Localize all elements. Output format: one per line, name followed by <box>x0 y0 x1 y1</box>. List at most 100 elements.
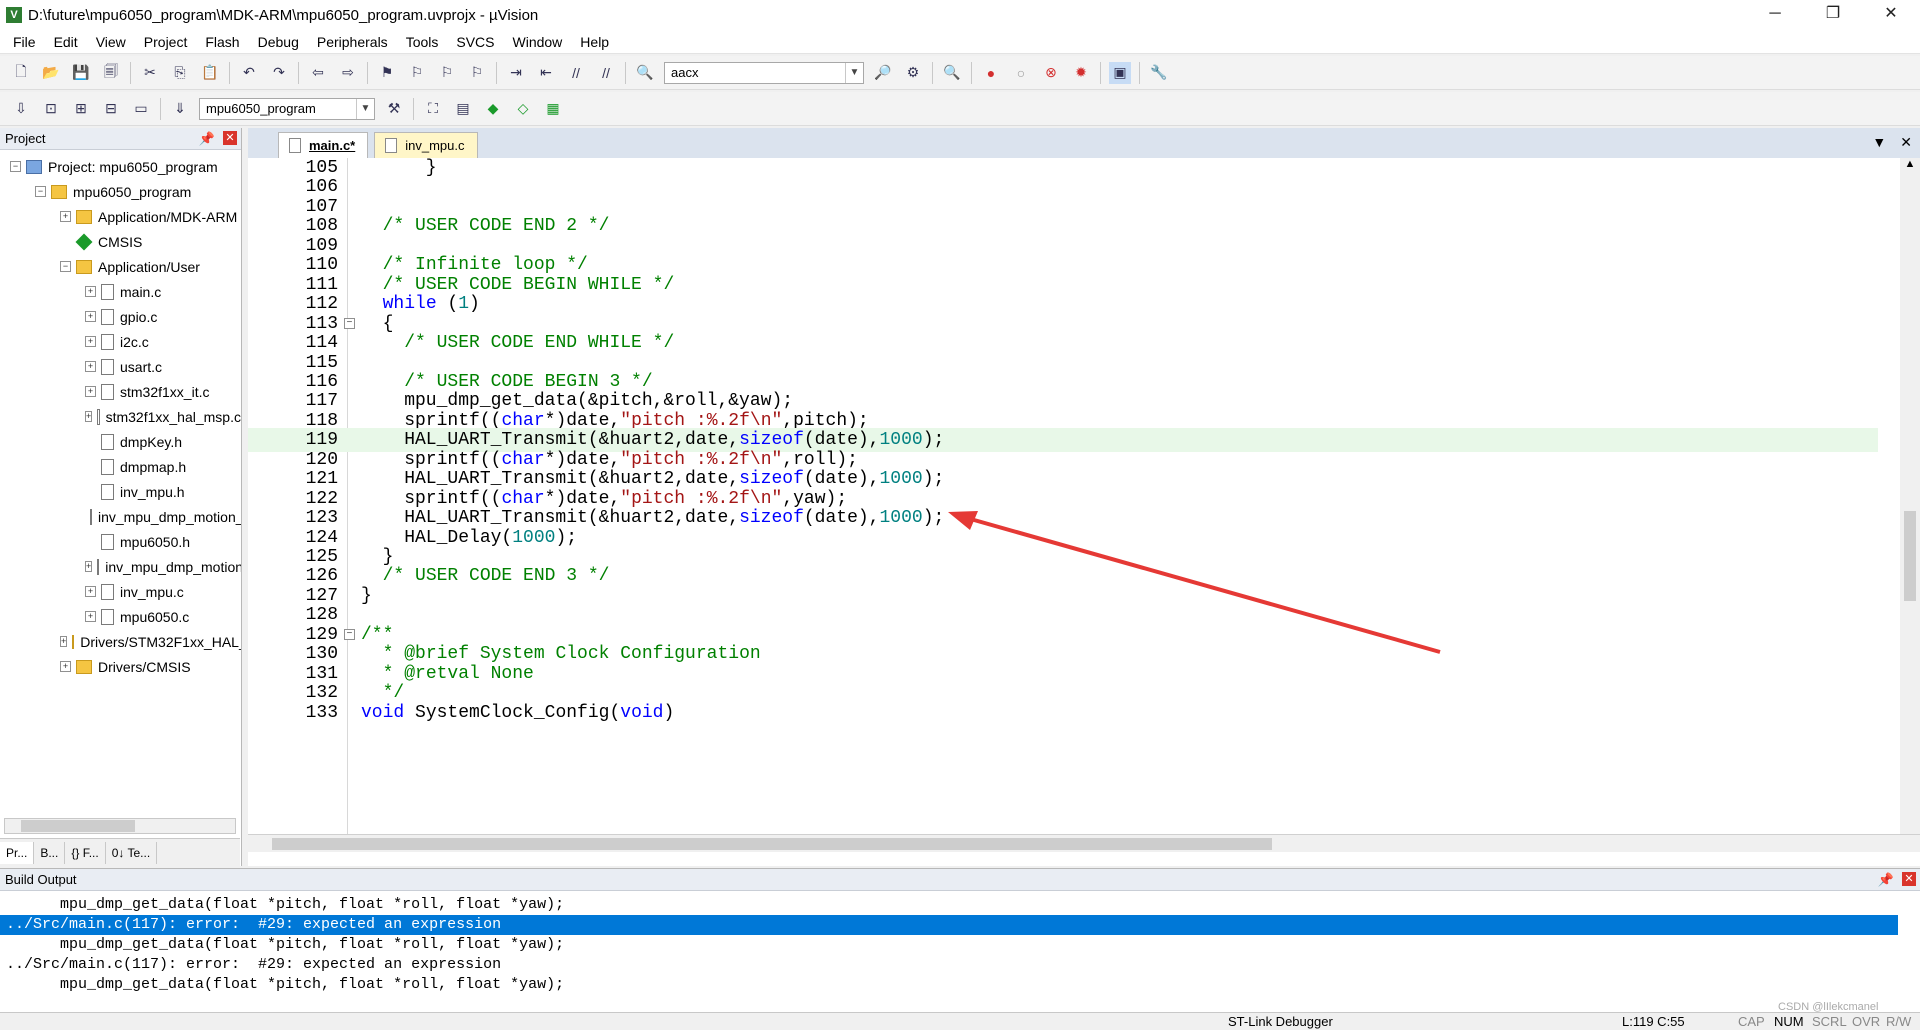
menu-flash[interactable]: Flash <box>196 34 248 50</box>
open-file-icon[interactable]: 📂 <box>40 62 62 84</box>
pack-installer-icon[interactable]: ◇ <box>512 98 534 120</box>
menu-help[interactable]: Help <box>571 34 618 50</box>
tree-item[interactable]: inv_mpu.h <box>0 479 241 504</box>
expand-icon[interactable]: + <box>85 286 96 297</box>
expand-icon[interactable]: + <box>85 561 93 572</box>
expand-icon[interactable]: + <box>85 361 96 372</box>
disable-breakpoints-icon[interactable]: ⊗ <box>1040 62 1062 84</box>
configure-icon[interactable]: 🔧 <box>1148 62 1170 84</box>
select-packs-icon[interactable]: ▤ <box>452 98 474 120</box>
menu-window[interactable]: Window <box>504 34 572 50</box>
scroll-up-icon[interactable]: ▲ <box>1900 158 1920 170</box>
code-editor[interactable]: ▲ 105 } 106 107 108 /* USER CODE END 2 */10… <box>248 158 1920 834</box>
redo-icon[interactable]: ↷ <box>268 62 290 84</box>
collapse-icon[interactable]: − <box>10 161 21 172</box>
save-all-icon[interactable]: 🗐 <box>100 62 122 84</box>
prev-bookmark-icon[interactable]: ⚐ <box>406 62 428 84</box>
build-output-line[interactable]: ../Src/main.c(117): error: #29: expected… <box>0 915 1898 935</box>
tree-item[interactable]: − Application/User <box>0 254 241 279</box>
tree-item[interactable]: + mpu6050.c <box>0 604 241 629</box>
tree-item[interactable]: − mpu6050_program <box>0 179 241 204</box>
manage-rte-icon[interactable]: ◆ <box>482 98 504 120</box>
tree-item[interactable]: + gpio.c <box>0 304 241 329</box>
menu-view[interactable]: View <box>87 34 135 50</box>
options-for-target-icon[interactable]: ⚒ <box>383 98 405 120</box>
tree-item[interactable]: + Drivers/CMSIS <box>0 654 241 679</box>
stop-build-icon[interactable]: ▭ <box>130 98 152 120</box>
minimize-button[interactable]: ─ <box>1746 0 1804 30</box>
expand-icon[interactable]: + <box>85 611 96 622</box>
insert-breakpoint-icon[interactable]: ● <box>980 62 1002 84</box>
close-button[interactable]: ✕ <box>1862 0 1920 30</box>
tree-item[interactable]: inv_mpu_dmp_motion_driver.h <box>0 504 241 529</box>
scroll-thumb[interactable] <box>1904 511 1916 601</box>
build-output-line[interactable]: ../Src/main.c(117): error: #29: expected… <box>0 955 1898 975</box>
editor-vscrollbar[interactable]: ▲ <box>1900 158 1920 834</box>
tab-books[interactable]: B... <box>34 841 66 864</box>
expand-icon[interactable]: + <box>60 661 71 672</box>
tree-item[interactable]: + Application/MDK-ARM <box>0 204 241 229</box>
tree-item[interactable]: CMSIS <box>0 229 241 254</box>
expand-icon[interactable]: + <box>60 636 68 647</box>
build-output-line[interactable]: mpu_dmp_get_data(float *pitch, float *ro… <box>0 895 1898 915</box>
clear-bookmarks-icon[interactable]: ⚐ <box>466 62 488 84</box>
tree-item[interactable]: + usart.c <box>0 354 241 379</box>
collapse-icon[interactable]: − <box>35 186 46 197</box>
paste-icon[interactable]: 📋 <box>199 62 221 84</box>
build-output-line[interactable]: mpu_dmp_get_data(float *pitch, float *ro… <box>0 975 1898 995</box>
close-panel-icon[interactable]: ✕ <box>223 131 237 145</box>
manage-project-items-icon[interactable]: ⛶ <box>422 98 444 120</box>
menu-debug[interactable]: Debug <box>249 34 308 50</box>
kill-breakpoints-icon[interactable]: ✹ <box>1070 62 1092 84</box>
start-debug-icon[interactable]: 🔍 <box>941 62 963 84</box>
comment-icon[interactable]: // <box>565 62 587 84</box>
tree-item[interactable]: − Project: mpu6050_program <box>0 154 241 179</box>
tree-item[interactable]: + inv_mpu.c <box>0 579 241 604</box>
menu-project[interactable]: Project <box>135 34 197 50</box>
unindent-icon[interactable]: ⇤ <box>535 62 557 84</box>
editor-hscrollbar[interactable] <box>248 834 1920 852</box>
tree-item[interactable]: + main.c <box>0 279 241 304</box>
expand-icon[interactable]: + <box>85 386 96 397</box>
batch-build-icon[interactable]: ⊟ <box>100 98 122 120</box>
tree-item[interactable]: dmpmap.h <box>0 454 241 479</box>
new-file-icon[interactable]: 🗋 <box>10 62 32 84</box>
chevron-down-icon[interactable]: ▼ <box>356 98 374 119</box>
fold-icon[interactable]: − <box>344 628 355 640</box>
bookmark-icon[interactable]: ⚑ <box>376 62 398 84</box>
collapse-icon[interactable]: − <box>60 261 71 272</box>
build-output-line[interactable]: mpu_dmp_get_data(float *pitch, float *ro… <box>0 935 1898 955</box>
restore-button[interactable]: ❐ <box>1804 0 1862 30</box>
uncomment-icon[interactable]: // <box>595 62 617 84</box>
search-combo[interactable]: aacx ▼ <box>664 61 864 84</box>
undo-icon[interactable]: ↶ <box>238 62 260 84</box>
build-icon[interactable]: ⊡ <box>40 98 62 120</box>
menu-tools[interactable]: Tools <box>397 34 448 50</box>
download-load-icon[interactable]: ⇓ <box>169 98 191 120</box>
navigate-forward-icon[interactable]: ⇨ <box>337 62 359 84</box>
tree-item[interactable]: + i2c.c <box>0 329 241 354</box>
tree-item[interactable]: + Drivers/STM32F1xx_HAL_Driver <box>0 629 241 654</box>
expand-icon[interactable]: + <box>85 336 96 347</box>
close-tab-icon[interactable]: ✕ <box>1900 134 1912 151</box>
menu-svcs[interactable]: SVCS <box>447 34 503 50</box>
pin-icon[interactable]: 📌 <box>1878 872 1894 888</box>
tree-item[interactable]: + inv_mpu_dmp_motion_driver.c <box>0 554 241 579</box>
tab-main-c[interactable]: main.c* <box>278 132 369 158</box>
enable-breakpoint-icon[interactable]: ○ <box>1010 62 1032 84</box>
navigate-back-icon[interactable]: ⇦ <box>307 62 329 84</box>
expand-icon[interactable]: + <box>85 311 96 322</box>
indent-icon[interactable]: ⇥ <box>505 62 527 84</box>
cut-icon[interactable]: ✂ <box>139 62 161 84</box>
expand-icon[interactable]: + <box>85 586 96 597</box>
project-hscrollbar[interactable] <box>4 818 236 834</box>
tab-project[interactable]: Pr... <box>0 841 35 864</box>
software-components-icon[interactable]: ▦ <box>542 98 564 120</box>
target-select[interactable]: mpu6050_program ▼ <box>199 97 375 120</box>
tab-functions[interactable]: {} F... <box>65 841 106 864</box>
next-bookmark-icon[interactable]: ⚐ <box>436 62 458 84</box>
tree-item[interactable]: mpu6050.h <box>0 529 241 554</box>
tab-inv-mpu-c[interactable]: inv_mpu.c <box>374 132 478 158</box>
tree-item[interactable]: + stm32f1xx_it.c <box>0 379 241 404</box>
pin-icon[interactable]: 📌 <box>199 131 215 147</box>
